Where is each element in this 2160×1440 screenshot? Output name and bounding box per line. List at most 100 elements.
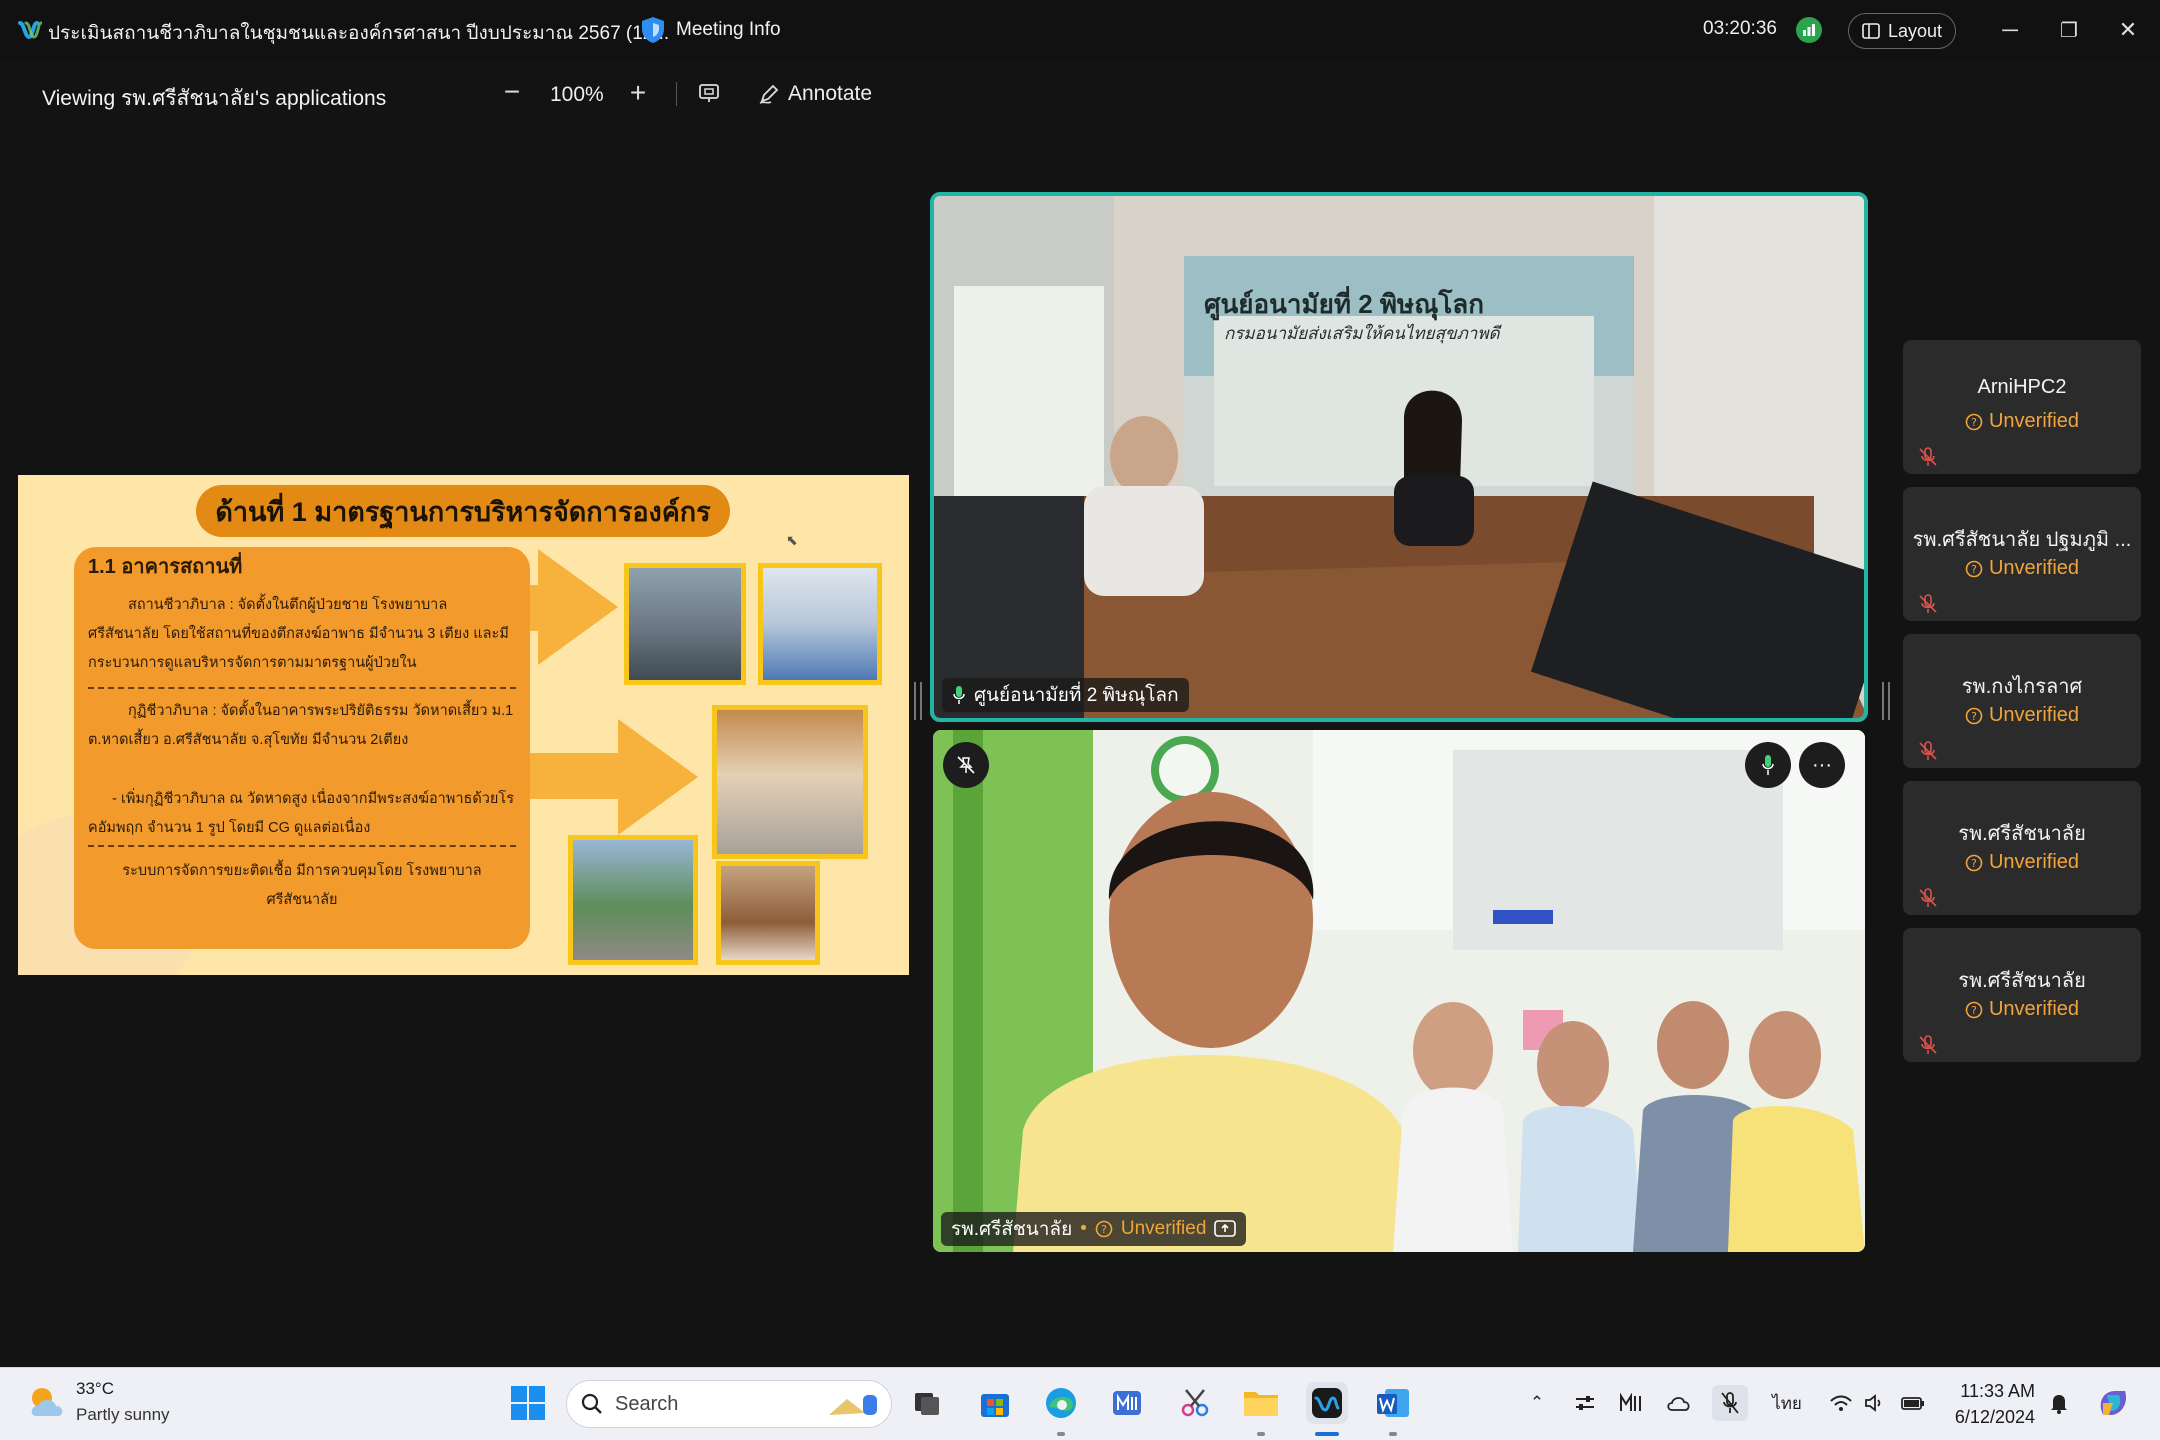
slide-paragraph-3: - เพิ่มกุฏิชีวาภิบาล ณ วัดหาดสูง เนื่องจ… [88, 791, 514, 836]
participant-card[interactable]: ArniHPC2 ? Unverified [1903, 340, 2141, 474]
svg-text:?: ? [1971, 710, 1977, 723]
participant-card-status-label: Unverified [1988, 851, 2080, 873]
participant-card-status: ? Unverified [1903, 851, 2141, 874]
title-bar: ประเมินสถานชีวาภิบาลในชุมชนและองค์กรศาสน… [0, 0, 2160, 60]
meeting-title: ประเมินสถานชีวาภิบาลในชุมชนและองค์กรศาสน… [48, 23, 670, 44]
video-tile-active-speaker[interactable]: ศูนย์อนามัยที่ 2 พิษณุโลก กรมอนามัยส่งเส… [930, 192, 1868, 722]
microphone-muted-icon[interactable] [1712, 1385, 1748, 1421]
participant-card-status: ? Unverified [1903, 410, 2141, 433]
participant-card[interactable]: รพ.ศรีสัชนาลัย ? Unverified [1903, 928, 2141, 1062]
muted-microphone-icon [1919, 594, 1937, 613]
fit-to-window-icon[interactable] [698, 82, 720, 104]
webex-app-icon[interactable] [1306, 1382, 1348, 1424]
copilot-icon[interactable] [2094, 1384, 2132, 1422]
network-signal-icon[interactable] [1796, 17, 1822, 43]
settings-sliders-icon[interactable] [1570, 1388, 1600, 1418]
windows-start-icon[interactable] [510, 1385, 546, 1421]
participant-card[interactable]: รพ.ศรีสัชนาลัย ปฐมภูมิ ... ? Unverified [1903, 487, 2141, 621]
viewing-label: Viewing รพ.ศรีสัชนาลัย's applications [42, 87, 387, 110]
meeting-info-button[interactable]: Meeting Info [640, 14, 781, 46]
participant-card[interactable]: รพ.กงไกรลาศ ? Unverified [1903, 634, 2141, 768]
speaker-name: ศูนย์อนามัยที่ 2 พิษณุโลก [974, 685, 1179, 706]
wifi-icon[interactable] [1826, 1388, 1856, 1418]
slide-photo-monk-care [716, 861, 820, 965]
input-language[interactable]: ไทย [1770, 1388, 1804, 1418]
video-banner-line-1: ศูนย์อนามัยที่ 2 พิษณุโลก [1204, 289, 1484, 319]
slide-photo-ward-entrance [624, 563, 746, 685]
onedrive-cloud-icon[interactable] [1664, 1388, 1694, 1418]
layout-icon [1862, 23, 1880, 39]
shield-icon [642, 17, 664, 43]
participant-card-status-label: Unverified [1988, 998, 2080, 1020]
meeting-info-label: Meeting Info [676, 19, 781, 40]
microsoft-store-icon[interactable] [974, 1382, 1016, 1424]
participant-card-status-label: Unverified [1988, 704, 2080, 726]
notification-bell-icon[interactable] [2044, 1388, 2074, 1418]
slide-arrow [618, 719, 698, 835]
svg-text:?: ? [1971, 857, 1977, 870]
mail-tray-icon[interactable] [1616, 1388, 1646, 1418]
speaker-name-tag: ศูนย์อนามัยที่ 2 พิษณุโลก [942, 678, 1189, 712]
annotate-button[interactable]: Annotate [758, 78, 872, 110]
video-tile-participant[interactable]: ··· รพ.ศรีสัชนาลัย • ? Unverified [933, 730, 1865, 1252]
toolbar-divider [676, 82, 677, 106]
participant-card-status-label: Unverified [1988, 557, 2080, 579]
battery-icon[interactable] [1898, 1388, 1928, 1418]
muted-microphone-icon [1919, 447, 1937, 466]
snipping-tool-icon[interactable] [1174, 1382, 1216, 1424]
layout-button[interactable]: Layout [1848, 13, 1956, 49]
share-toolbar: Viewing รพ.ศรีสัชนาลัย's applications − … [0, 68, 2160, 122]
close-button[interactable]: ✕ [2108, 12, 2148, 48]
zoom-level: 100% [550, 83, 604, 106]
word-app-icon[interactable] [1372, 1382, 1414, 1424]
info-circle-icon: ? [1965, 854, 1983, 871]
windows-taskbar: 33°C Partly sunny Search ⌃ ไทย 11:33 AM … [0, 1367, 2160, 1440]
mail-app-icon[interactable] [1106, 1382, 1148, 1424]
participant-card-name: รพ.ศรีสัชนาลัย [1958, 823, 2086, 845]
participant-audio-button[interactable] [1745, 742, 1791, 788]
speaker-video-feed [934, 196, 1864, 718]
svg-text:?: ? [1971, 416, 1977, 429]
minimize-button[interactable]: ─ [1990, 12, 2030, 48]
task-view-icon[interactable] [906, 1382, 948, 1424]
participant-card[interactable]: รพ.ศรีสัชนาลัย ? Unverified [1903, 781, 2141, 915]
participant-card-status: ? Unverified [1903, 557, 2141, 580]
running-indicator [1257, 1432, 1265, 1436]
slide-subtitle: 1.1 อาคารสถานที่ [88, 556, 243, 578]
slide-title: ด้านที่ 1 มาตรฐานการบริหารจัดการองค์กร [196, 485, 730, 537]
participant-card-name: รพ.ศรีสัชนาลัย ปฐมภูมิ ... [1912, 529, 2132, 551]
unpin-button[interactable] [943, 742, 989, 788]
panel-resize-handle-left[interactable] [914, 682, 922, 720]
restore-button[interactable]: ❐ [2049, 12, 2089, 48]
zoom-out-button[interactable]: − [498, 76, 526, 112]
participant-name-tag: รพ.ศรีสัชนาลัย • ? Unverified [941, 1212, 1247, 1246]
muted-microphone-icon [1919, 1035, 1937, 1054]
zoom-in-button[interactable]: + [624, 76, 652, 112]
slide-paragraph-2: กุฏิชีวาภิบาล : จัดตั้งในอาคารพระปริยัติ… [88, 703, 514, 748]
panel-resize-handle-right[interactable] [1882, 682, 1890, 720]
layout-label: Layout [1887, 20, 1943, 41]
slide-photo-temple-gate [568, 835, 698, 965]
microphone-icon [953, 686, 965, 704]
slide-arrow [538, 549, 618, 665]
shared-screen[interactable]: ด้านที่ 1 มาตรฐานการบริหารจัดการองค์กร ⬉… [18, 475, 909, 975]
participant-card-name: ArniHPC2 [1977, 376, 2067, 398]
file-explorer-icon[interactable] [1240, 1382, 1282, 1424]
partly-sunny-icon[interactable] [26, 1382, 68, 1424]
edge-browser-icon[interactable] [1040, 1382, 1082, 1424]
show-hidden-icons-chevron-up-icon[interactable]: ⌃ [1522, 1388, 1552, 1418]
volume-icon[interactable] [1860, 1388, 1890, 1418]
more-options-button[interactable]: ··· [1799, 742, 1845, 788]
muted-microphone-icon [1919, 888, 1937, 907]
participant-card-name: รพ.กงไกรลาศ [1961, 676, 2083, 698]
mouse-cursor-icon: ⬉ [786, 532, 798, 548]
slide-photo-patient-beds [758, 563, 882, 685]
slide-text-card: 1.1 อาคารสถานที่ สถานชีวาภิบาล : จัดตั้ง… [74, 547, 530, 949]
taskbar-search-box[interactable]: Search [566, 1380, 892, 1428]
annotate-label: Annotate [788, 82, 873, 105]
participant-card-status-label: Unverified [1988, 410, 2080, 432]
clock-date[interactable]: 6/12/2024 [1940, 1407, 2035, 1428]
clock-time[interactable]: 11:33 AM [1955, 1381, 2035, 1402]
slide-photo-temple-hall [712, 705, 868, 859]
running-indicator [1057, 1432, 1065, 1436]
